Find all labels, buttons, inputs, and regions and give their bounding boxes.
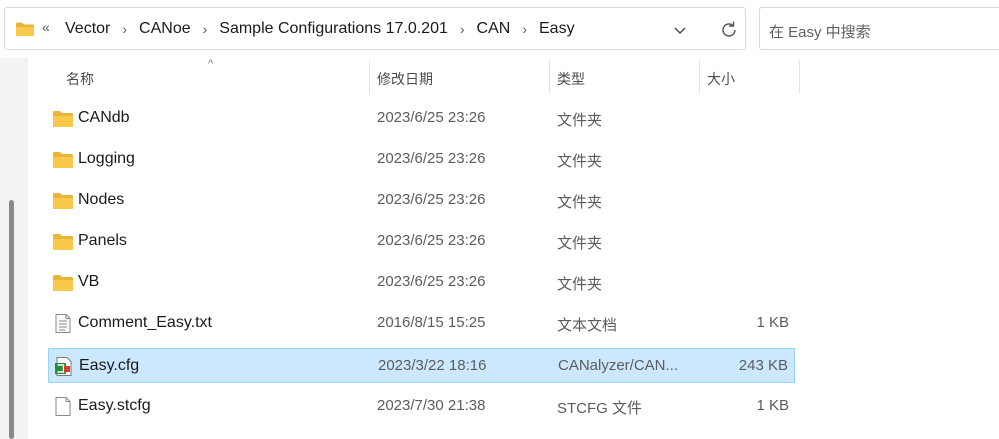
file-name: VB [78, 273, 100, 290]
file-size: 1 KB [756, 314, 789, 331]
file-row[interactable]: Easy.cfg 2023/3/22 18:16 CANalyzer/CAN... 2… [48, 348, 795, 383]
file-type: 文件夹 [557, 153, 603, 170]
file-row[interactable]: Panels 2023/6/25 23:26 文件夹 [48, 224, 795, 259]
file-row[interactable]: CANdb 2023/6/25 23:26 文件夹 [48, 101, 795, 136]
file-type: 文件夹 [557, 194, 603, 211]
file-type: 文件夹 [557, 276, 603, 293]
column-divider[interactable] [699, 60, 700, 94]
file-row[interactable]: Comment_Easy.txt 2016/8/15 15:25 文本文档 1 KB [48, 306, 795, 341]
file-size: 1 KB [756, 397, 789, 414]
sort-ascending-icon: ^ [208, 58, 214, 70]
file-list: ^ 名称 修改日期 类型 大小 CANdb 2023/6/25 23:26 文件夹 L… [28, 58, 999, 439]
file-name: Logging [78, 150, 135, 167]
overflow-chevron-icon[interactable]: « [42, 19, 50, 35]
file-modified-date: 2023/6/25 23:26 [377, 232, 486, 249]
file-modified-date: 2016/8/15 15:25 [377, 314, 486, 331]
search-box[interactable]: 在 Easy 中搜索 [759, 7, 999, 50]
file-row[interactable]: Easy.stcfg 2023/7/30 21:38 STCFG 文件 1 KB [48, 389, 795, 424]
folder-icon [52, 191, 74, 210]
file-size: 243 KB [738, 357, 788, 374]
folder-icon [52, 150, 74, 169]
file-row[interactable]: VB 2023/6/25 23:26 文件夹 [48, 265, 795, 300]
file-modified-date: 2023/6/25 23:26 [377, 150, 486, 167]
chevron-right-icon[interactable]: › [195, 21, 216, 37]
column-divider[interactable] [799, 60, 800, 94]
chevron-right-icon[interactable]: › [114, 21, 135, 37]
canoe-config-icon [53, 357, 75, 376]
file-modified-date: 2023/3/22 18:16 [378, 357, 487, 374]
file-modified-date: 2023/7/30 21:38 [377, 397, 486, 414]
breadcrumb-item-sample-configurations[interactable]: Sample Configurations 17.0.201 [215, 20, 452, 38]
column-header-size[interactable]: 大小 [707, 69, 735, 89]
file-name: Comment_Easy.txt [78, 314, 212, 331]
breadcrumb-item-canoe[interactable]: CANoe [135, 20, 195, 38]
toolbar: « Vector › CANoe › Sample Configurations… [0, 0, 999, 58]
file-type: 文件夹 [557, 235, 603, 252]
file-name: Panels [78, 232, 127, 249]
file-type: 文本文档 [557, 317, 618, 334]
file-name: Easy.stcfg [78, 397, 151, 414]
file-modified-date: 2023/6/25 23:26 [377, 273, 486, 290]
breadcrumb-item-can[interactable]: CAN [473, 20, 515, 38]
file-type: 文件夹 [557, 112, 603, 129]
blank-file-icon [52, 397, 74, 416]
column-header-modified[interactable]: 修改日期 [377, 69, 433, 89]
folder-icon [52, 273, 74, 292]
folder-icon [52, 109, 74, 128]
column-header: ^ 名称 修改日期 类型 大小 [28, 58, 999, 98]
column-divider[interactable] [549, 60, 550, 94]
breadcrumb-item-vector[interactable]: Vector [61, 20, 114, 38]
file-type: STCFG 文件 [557, 400, 642, 417]
column-header-type[interactable]: 类型 [557, 69, 585, 89]
file-name: Easy.cfg [79, 357, 140, 374]
file-row[interactable]: Logging 2023/6/25 23:26 文件夹 [48, 142, 795, 177]
breadcrumb: Vector › CANoe › Sample Configurations 1… [61, 20, 579, 38]
search-input[interactable]: 在 Easy 中搜索 [769, 21, 871, 42]
vertical-scrollbar-thumb[interactable] [9, 200, 14, 439]
address-bar[interactable]: « Vector › CANoe › Sample Configurations… [4, 7, 746, 50]
column-divider[interactable] [369, 60, 370, 94]
chevron-right-icon[interactable]: › [514, 21, 535, 37]
navigation-pane-edge [0, 58, 28, 439]
file-name: CANdb [78, 109, 130, 126]
file-name: Nodes [78, 191, 125, 208]
column-header-name[interactable]: 名称 [66, 69, 94, 89]
folder-icon [52, 232, 74, 251]
file-type: CANalyzer/CAN... [558, 357, 679, 374]
file-modified-date: 2023/6/25 23:26 [377, 191, 486, 208]
refresh-icon[interactable] [718, 19, 740, 41]
text-file-icon [52, 314, 74, 333]
file-row[interactable]: Nodes 2023/6/25 23:26 文件夹 [48, 183, 795, 218]
chevron-down-icon[interactable] [670, 20, 690, 40]
file-modified-date: 2023/6/25 23:26 [377, 109, 486, 126]
breadcrumb-item-easy[interactable]: Easy [535, 20, 579, 38]
chevron-right-icon[interactable]: › [452, 21, 473, 37]
folder-icon [16, 22, 34, 36]
